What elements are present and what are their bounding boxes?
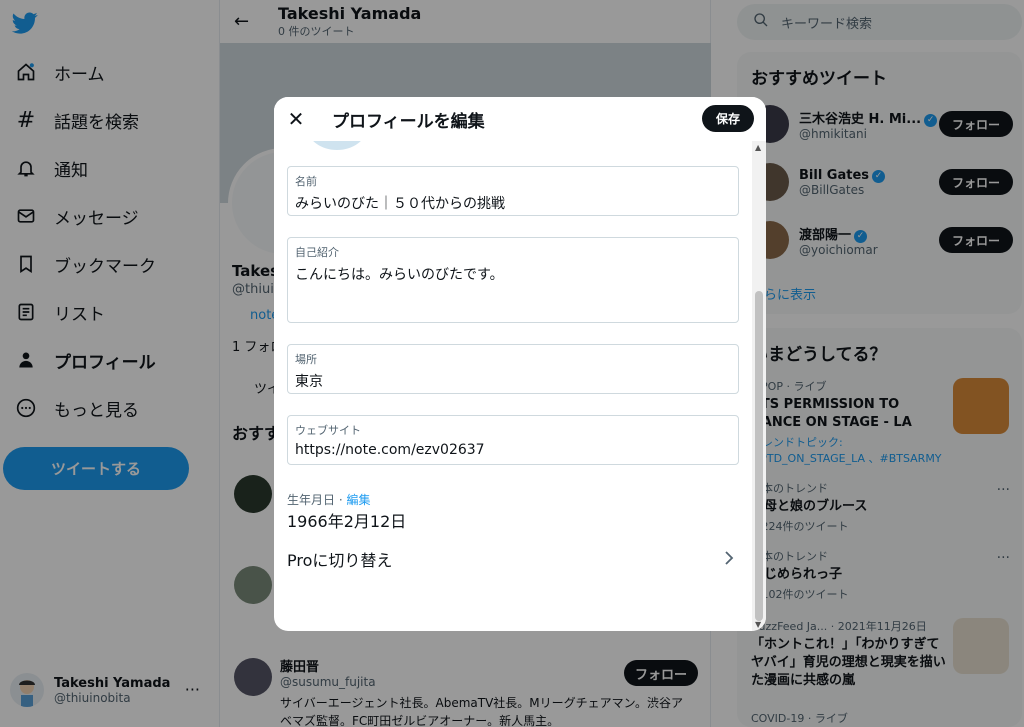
- field-value: https://note.com/ezv02637: [295, 442, 485, 458]
- field-label: 場所: [295, 353, 317, 366]
- field-label: ウェブサイト: [295, 424, 361, 437]
- edit-profile-dialog: ✕ プロフィールを編集 保存 名前 みらいのびた｜５０代からの挑戦 自己紹介 こ…: [274, 97, 766, 631]
- name-field[interactable]: 名前 みらいのびた｜５０代からの挑戦: [287, 166, 739, 216]
- field-value: こんにちは。みらいのびたです。: [295, 267, 504, 283]
- chevron-right-icon: [723, 550, 735, 569]
- switch-to-pro-label: Proに切り替え: [287, 551, 393, 570]
- birthday-label: 生年月日: [287, 493, 336, 507]
- field-label: 名前: [295, 175, 317, 188]
- dialog-title: プロフィールを編集: [332, 111, 485, 132]
- location-field[interactable]: 場所 東京: [287, 344, 739, 394]
- switch-to-pro-row[interactable]: Proに切り替え: [287, 541, 739, 577]
- birthday-label-row: 生年月日 · 編集: [287, 491, 370, 508]
- birthday-value: 1966年2月12日: [287, 512, 407, 531]
- scroll-thumb[interactable]: [755, 291, 763, 621]
- save-button[interactable]: 保存: [702, 105, 754, 132]
- dialog-scrollbar[interactable]: ▲ ▼: [752, 141, 766, 631]
- close-icon[interactable]: ✕: [274, 97, 318, 141]
- scroll-down-icon[interactable]: ▼: [755, 620, 761, 629]
- field-label: 自己紹介: [295, 246, 339, 259]
- bio-field[interactable]: 自己紹介 こんにちは。みらいのびたです。: [287, 237, 739, 323]
- profile-avatar[interactable]: [304, 141, 370, 153]
- scroll-up-icon[interactable]: ▲: [755, 143, 761, 152]
- field-value: みらいのびた｜５０代からの挑戦: [295, 196, 505, 212]
- dialog-header: ✕ プロフィールを編集 保存: [274, 97, 766, 141]
- website-field[interactable]: ウェブサイト https://note.com/ezv02637: [287, 415, 739, 465]
- field-value: 東京: [295, 374, 323, 390]
- dialog-body: 名前 みらいのびた｜５０代からの挑戦 自己紹介 こんにちは。みらいのびたです。 …: [274, 141, 752, 631]
- birthday-edit-link[interactable]: 編集: [346, 493, 370, 507]
- birthday-separator: ·: [335, 493, 347, 507]
